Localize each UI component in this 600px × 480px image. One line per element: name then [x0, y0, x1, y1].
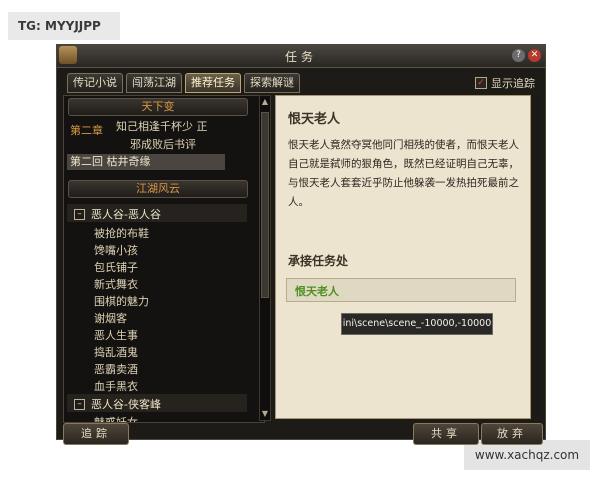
tab-recommended[interactable]: 推荐任务: [185, 73, 241, 93]
list-item[interactable]: 血手黑衣: [94, 378, 138, 394]
detail-scroll-edge: [531, 95, 541, 419]
tab-biography[interactable]: 传记小说: [67, 73, 123, 93]
list-item[interactable]: 馋嘴小孩: [94, 242, 138, 258]
quest-window: 任务 ? ✕ 传记小说 闯荡江湖 推荐任务 探索解谜 ✓ 显示追踪 天下变 第二…: [56, 44, 546, 445]
section-header-tianxiabian[interactable]: 天下变: [68, 98, 248, 116]
list-item[interactable]: 包氏铺子: [94, 259, 138, 275]
show-track-toggle[interactable]: ✓ 显示追踪: [475, 75, 535, 91]
chapter-label: 第二章: [70, 124, 103, 137]
quest-title: 恨天老人: [288, 112, 341, 127]
list-item[interactable]: 恶人生事: [94, 327, 138, 343]
close-icon[interactable]: ✕: [528, 49, 541, 62]
scroll-thumb[interactable]: [261, 112, 269, 298]
window-title: 任务: [284, 50, 317, 64]
list-item[interactable]: 被抢的布鞋: [94, 225, 149, 241]
list-item[interactable]: 魅惑妖女: [94, 414, 138, 422]
tab-bar: 传记小说 闯荡江湖 推荐任务 探索解谜: [67, 73, 300, 93]
quest-detail-panel: 恨天老人 恨天老人竟然夺冥他同门相残的使者，而恨天老人自己就是弑师的狠角色，既然…: [275, 95, 531, 419]
npc-box: 恨天老人: [286, 278, 516, 302]
titlebar: 任务 ? ✕: [57, 45, 545, 68]
quest-description: 恨天老人竟然夺冥他同门相残的使者，而恨天老人自己就是弑师的狠角色，既然已经证明自…: [288, 139, 519, 208]
scroll-down-icon[interactable]: ▼: [261, 410, 269, 418]
show-track-label: 显示追踪: [491, 77, 535, 90]
selected-quest[interactable]: 第二回 枯井奇缘: [67, 154, 225, 170]
group-row[interactable]: – 恶人谷-恶人谷: [74, 206, 161, 222]
list-item[interactable]: 新式舞衣: [94, 276, 138, 292]
help-icon[interactable]: ?: [512, 49, 525, 62]
share-button[interactable]: 共享: [413, 423, 479, 445]
list-item[interactable]: 围棋的魅力: [94, 293, 149, 309]
list-item[interactable]: 恶霸卖酒: [94, 361, 138, 377]
tab-jianghu[interactable]: 闯荡江湖: [126, 73, 182, 93]
checkbox-icon[interactable]: ✓: [475, 77, 487, 89]
watermark-top: TG: MYYJJPP: [8, 12, 120, 40]
list-item[interactable]: 谢烟客: [94, 310, 127, 326]
group-label: 恶人谷-侠客峰: [91, 398, 161, 411]
quest-list-panel: 天下变 第二章 知己相逢千杯少 正 邪成败后书评 第二回 枯井奇缘 江湖风云 –…: [63, 95, 265, 423]
chapter-line-1: 知己相逢千杯少 正: [116, 120, 208, 133]
location-tooltip: ini\scene\scene_-10000,-10000: [341, 313, 493, 335]
list-item[interactable]: 捣乱酒鬼: [94, 344, 138, 360]
group-row[interactable]: – 恶人谷-侠客峰: [74, 396, 161, 412]
section-header-jianghufengyun[interactable]: 江湖风云: [68, 180, 248, 198]
track-button[interactable]: 追踪: [63, 423, 129, 445]
scroll-up-icon[interactable]: ▲: [261, 98, 269, 106]
collapse-icon[interactable]: –: [74, 208, 85, 220]
tab-explore[interactable]: 探索解谜: [244, 73, 300, 93]
abandon-button[interactable]: 放弃: [481, 423, 543, 445]
npc-link[interactable]: 恨天老人: [295, 283, 339, 299]
group-label: 恶人谷-恶人谷: [91, 208, 161, 221]
quest-list-scrollbar[interactable]: ▲ ▼: [259, 95, 271, 421]
collapse-icon[interactable]: –: [74, 398, 85, 410]
accept-quest-heading: 承接任务处: [288, 254, 349, 268]
chapter-line-2: 邪成败后书评: [130, 138, 196, 151]
